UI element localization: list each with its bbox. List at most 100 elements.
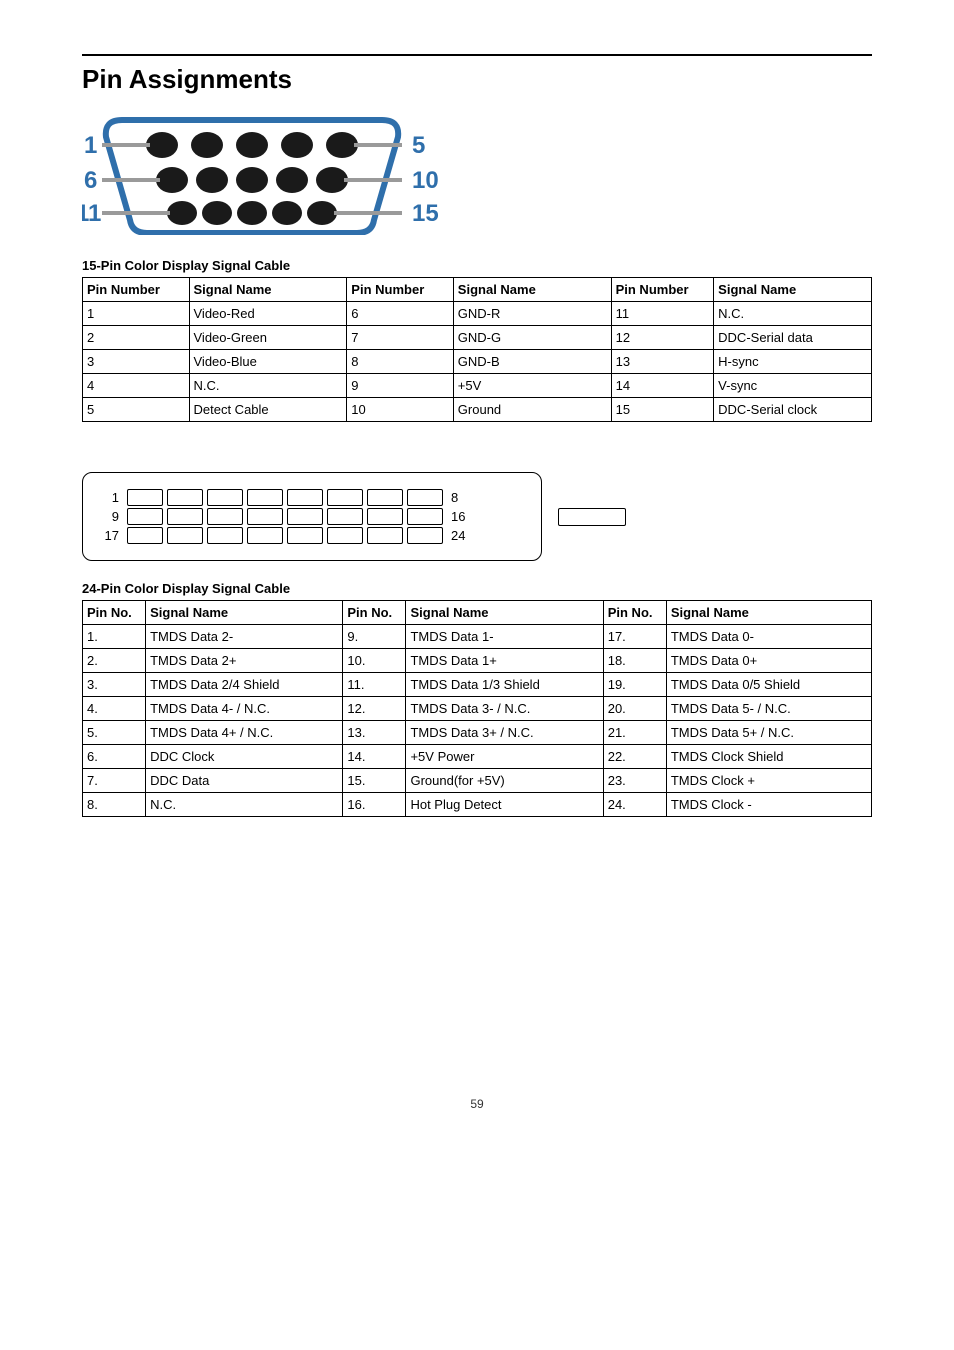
pin-slot xyxy=(167,489,203,506)
table-cell: 4. xyxy=(83,697,146,721)
table-cell: 3. xyxy=(83,673,146,697)
table-cell: 6 xyxy=(347,302,454,326)
table-cell: Video-Red xyxy=(189,302,347,326)
pin-slot xyxy=(247,508,283,525)
table-cell: N.C. xyxy=(146,793,343,817)
table-15pin: Pin Number Signal Name Pin Number Signal… xyxy=(82,277,872,422)
table-24pin-header-row: Pin No. Signal Name Pin No. Signal Name … xyxy=(83,601,872,625)
table-cell: GND-R xyxy=(453,302,611,326)
table-row: 5.TMDS Data 4+ / N.C.13.TMDS Data 3+ / N… xyxy=(83,721,872,745)
table-cell: TMDS Data 0/5 Shield xyxy=(666,673,871,697)
table-cell: 14 xyxy=(611,374,714,398)
table-cell: V-sync xyxy=(714,374,872,398)
th: Signal Name xyxy=(189,278,347,302)
table-cell: TMDS Data 4+ / N.C. xyxy=(146,721,343,745)
table-cell: TMDS Data 0+ xyxy=(666,649,871,673)
table-cell: +5V xyxy=(453,374,611,398)
table-cell: 21. xyxy=(603,721,666,745)
table-cell: Ground xyxy=(453,398,611,422)
table-cell: 5 xyxy=(83,398,190,422)
pin-slot xyxy=(407,527,443,544)
table-cell: 7. xyxy=(83,769,146,793)
table-cell: DDC Clock xyxy=(146,745,343,769)
table-cell: TMDS Data 2+ xyxy=(146,649,343,673)
diagram-24pin: 1 8 9 16 17 24 xyxy=(82,472,872,561)
table-cell: 12 xyxy=(611,326,714,350)
th: Pin Number xyxy=(83,278,190,302)
th: Signal Name xyxy=(453,278,611,302)
table-cell: 20. xyxy=(603,697,666,721)
diagram-15pin-svg: 1 5 6 10 11 15 xyxy=(82,105,462,235)
table-cell: 22. xyxy=(603,745,666,769)
table-cell: TMDS Data 1- xyxy=(406,625,603,649)
pin-slot xyxy=(127,527,163,544)
table-cell: 13. xyxy=(343,721,406,745)
table-cell: TMDS Data 3+ / N.C. xyxy=(406,721,603,745)
table-row: 1.TMDS Data 2-9.TMDS Data 1-17.TMDS Data… xyxy=(83,625,872,649)
table-cell: TMDS Data 3- / N.C. xyxy=(406,697,603,721)
table-cell: TMDS Data 1/3 Shield xyxy=(406,673,603,697)
table-cell: 7 xyxy=(347,326,454,350)
table-cell: 23. xyxy=(603,769,666,793)
table-row: 3Video-Blue8GND-B13H-sync xyxy=(83,350,872,374)
svg-text:1: 1 xyxy=(84,132,97,159)
table-cell: Detect Cable xyxy=(189,398,347,422)
th: Signal Name xyxy=(666,601,871,625)
pin-slot xyxy=(367,508,403,525)
pin-row: 17 24 xyxy=(97,527,527,544)
table-cell: 9. xyxy=(343,625,406,649)
pin-slot xyxy=(287,489,323,506)
pin-slot xyxy=(287,508,323,525)
table-cell: TMDS Data 2- xyxy=(146,625,343,649)
pin-slot xyxy=(167,527,203,544)
table-cell: TMDS Data 1+ xyxy=(406,649,603,673)
table-cell: TMDS Data 2/4 Shield xyxy=(146,673,343,697)
table-cell: TMDS Clock Shield xyxy=(666,745,871,769)
pin-slot xyxy=(127,489,163,506)
table-row: 8.N.C.16.Hot Plug Detect24.TMDS Clock - xyxy=(83,793,872,817)
table-cell: 19. xyxy=(603,673,666,697)
table-cell: 3 xyxy=(83,350,190,374)
table-cell: 11. xyxy=(343,673,406,697)
table-cell: 1. xyxy=(83,625,146,649)
pin-slot xyxy=(407,489,443,506)
table-cell: TMDS Data 0- xyxy=(666,625,871,649)
table-cell: DDC Data xyxy=(146,769,343,793)
pin-row-label-left: 17 xyxy=(97,528,123,543)
diagram-24pin-side xyxy=(558,508,626,526)
table-15pin-caption: 15-Pin Color Display Signal Cable xyxy=(82,258,872,273)
svg-text:6: 6 xyxy=(84,167,97,194)
svg-text:10: 10 xyxy=(412,167,439,194)
pin-slot xyxy=(167,508,203,525)
svg-text:5: 5 xyxy=(412,132,425,159)
table-cell: TMDS Clock + xyxy=(666,769,871,793)
pin-slot xyxy=(247,527,283,544)
th: Signal Name xyxy=(714,278,872,302)
table-row: 7.DDC Data15.Ground(for +5V)23.TMDS Cloc… xyxy=(83,769,872,793)
pin-slot xyxy=(287,527,323,544)
th: Pin No. xyxy=(343,601,406,625)
table-cell: TMDS Clock - xyxy=(666,793,871,817)
table-cell: 8 xyxy=(347,350,454,374)
table-15pin-header-row: Pin Number Signal Name Pin Number Signal… xyxy=(83,278,872,302)
table-cell: N.C. xyxy=(189,374,347,398)
page-number: 59 xyxy=(82,1097,872,1111)
pin-slot xyxy=(407,508,443,525)
pin-slot xyxy=(127,508,163,525)
table-cell: 16. xyxy=(343,793,406,817)
table-cell: 1 xyxy=(83,302,190,326)
side-slot-rect xyxy=(558,508,626,526)
table-cell: TMDS Data 4- / N.C. xyxy=(146,697,343,721)
page: Pin Assignments xyxy=(0,0,954,1151)
pin-slot xyxy=(327,527,363,544)
pin-row-label-right: 16 xyxy=(447,509,473,524)
th: Pin Number xyxy=(611,278,714,302)
table-row: 6.DDC Clock14.+5V Power22.TMDS Clock Shi… xyxy=(83,745,872,769)
table-cell: +5V Power xyxy=(406,745,603,769)
table-cell: 17. xyxy=(603,625,666,649)
table-cell: 18. xyxy=(603,649,666,673)
table-cell: 2. xyxy=(83,649,146,673)
pin-slot xyxy=(367,489,403,506)
table-cell: 9 xyxy=(347,374,454,398)
table-row: 3.TMDS Data 2/4 Shield11.TMDS Data 1/3 S… xyxy=(83,673,872,697)
